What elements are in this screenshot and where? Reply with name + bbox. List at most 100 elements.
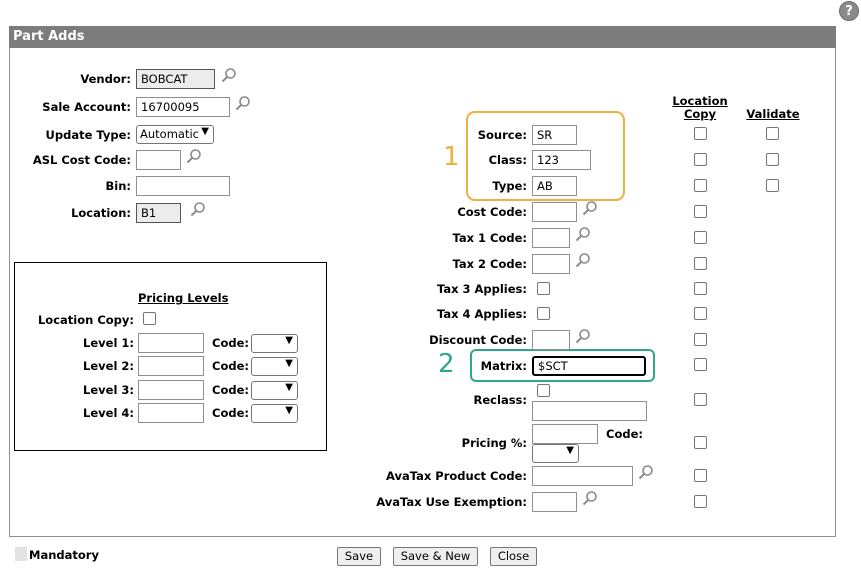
discount-code-input[interactable]: [532, 330, 570, 350]
save-and-new-button[interactable]: Save & New: [393, 547, 478, 566]
level-1-code-select[interactable]: ▼: [251, 334, 298, 353]
cost-code-input[interactable]: [532, 202, 577, 222]
location-copy-header: Location Copy: [668, 95, 732, 121]
asl-cost-code-input[interactable]: [136, 150, 181, 170]
tax4-applies-location-copy-checkbox[interactable]: [694, 307, 707, 320]
help-icon[interactable]: ?: [839, 1, 859, 21]
level-4-code-select[interactable]: ▼: [251, 404, 298, 423]
bin-input[interactable]: [136, 176, 230, 196]
type-validate-checkbox[interactable]: [766, 179, 779, 192]
vendor-label: Vendor:: [80, 72, 131, 86]
update-type-value: Automatic: [140, 127, 199, 141]
pricing-pct-code-select[interactable]: ▼: [532, 444, 579, 463]
validate-header: Validate: [746, 107, 800, 121]
source-input[interactable]: [532, 125, 577, 145]
mandatory-swatch: [15, 547, 27, 561]
reclass-location-copy-checkbox[interactable]: [694, 393, 707, 406]
avatax-use-exemption-label: AvaTax Use Exemption:: [376, 495, 527, 509]
type-location-copy-checkbox[interactable]: [694, 179, 707, 192]
level-3-code-select[interactable]: ▼: [251, 381, 298, 400]
chevron-down-icon: ▼: [285, 335, 293, 346]
class-validate-checkbox[interactable]: [766, 153, 779, 166]
location-label: Location:: [71, 206, 131, 220]
tax2-code-search-icon[interactable]: [575, 252, 591, 268]
panel-title: Part Adds: [9, 26, 836, 48]
level-1-input[interactable]: [138, 333, 204, 353]
avatax-product-code-search-icon[interactable]: [638, 464, 654, 480]
chevron-down-icon: ▼: [201, 126, 209, 137]
tax1-code-input[interactable]: [532, 228, 570, 248]
class-location-copy-checkbox[interactable]: [694, 153, 707, 166]
chevron-down-icon: ▼: [566, 445, 574, 456]
level-1-code-label: Code:: [212, 336, 249, 350]
mandatory-legend: Mandatory: [29, 548, 99, 562]
pricing-pct-code-label: Code:: [606, 427, 643, 441]
cost-code-location-copy-checkbox[interactable]: [694, 205, 707, 218]
pricing-pct-input[interactable]: [532, 424, 598, 444]
tax2-code-input[interactable]: [532, 254, 570, 274]
discount-code-search-icon[interactable]: [575, 328, 591, 344]
matrix-location-copy-checkbox[interactable]: [694, 358, 707, 371]
tax3-applies-label: Tax 3 Applies:: [436, 282, 527, 296]
avatax-use-exemption-location-copy-checkbox[interactable]: [694, 495, 707, 508]
pricing-levels-title: Pricing Levels: [138, 291, 229, 305]
discount-code-location-copy-checkbox[interactable]: [694, 333, 707, 346]
sale-account-label: Sale Account:: [42, 100, 131, 114]
level-3-input[interactable]: [138, 380, 204, 400]
tax1-code-label: Tax 1 Code:: [452, 231, 527, 245]
level-2-label: Level 2:: [83, 359, 134, 373]
tax3-applies-checkbox[interactable]: [537, 282, 550, 295]
asl-cost-code-search-icon[interactable]: [186, 148, 202, 164]
tax2-code-label: Tax 2 Code:: [452, 257, 527, 271]
cost-code-label: Cost Code:: [457, 205, 527, 219]
chevron-down-icon: ▼: [285, 405, 293, 416]
avatax-product-code-input[interactable]: [532, 466, 633, 486]
callout-number-1: 1: [443, 142, 460, 172]
callout-number-2: 2: [438, 349, 455, 379]
level-2-input[interactable]: [138, 356, 204, 376]
update-type-label: Update Type:: [45, 128, 131, 142]
close-button[interactable]: Close: [490, 547, 537, 566]
level-4-input[interactable]: [138, 403, 204, 423]
sale-account-input[interactable]: [136, 97, 230, 117]
matrix-input[interactable]: [532, 356, 646, 376]
class-label: Class:: [488, 153, 527, 167]
asl-cost-code-label: ASL Cost Code:: [32, 153, 131, 167]
tax1-code-location-copy-checkbox[interactable]: [694, 231, 707, 244]
vendor-search-icon[interactable]: [221, 67, 237, 83]
location-search-icon[interactable]: [190, 201, 206, 217]
level-2-code-select[interactable]: ▼: [251, 357, 298, 376]
tax1-code-search-icon[interactable]: [575, 226, 591, 242]
bin-label: Bin:: [105, 179, 132, 193]
source-label: Source:: [477, 128, 527, 142]
reclass-input[interactable]: [532, 401, 647, 421]
update-type-select[interactable]: Automatic ▼: [136, 125, 214, 144]
pricing-pct-label: Pricing %:: [461, 436, 527, 450]
level-4-code-label: Code:: [212, 406, 249, 420]
avatax-product-code-label: AvaTax Product Code:: [386, 469, 527, 483]
type-input[interactable]: [532, 176, 577, 196]
avatax-product-code-location-copy-checkbox[interactable]: [694, 469, 707, 482]
tax4-applies-checkbox[interactable]: [537, 307, 550, 320]
sale-account-search-icon[interactable]: [235, 95, 251, 111]
pricing-location-copy-label: Location Copy:: [37, 313, 134, 327]
reclass-checkbox[interactable]: [537, 384, 550, 397]
level-3-code-label: Code:: [212, 383, 249, 397]
level-2-code-label: Code:: [212, 359, 249, 373]
source-location-copy-checkbox[interactable]: [694, 127, 707, 140]
tax2-code-location-copy-checkbox[interactable]: [694, 257, 707, 270]
pricing-pct-location-copy-checkbox[interactable]: [694, 436, 707, 449]
vendor-input[interactable]: [136, 69, 215, 89]
class-input[interactable]: [532, 150, 591, 170]
cost-code-search-icon[interactable]: [582, 200, 598, 216]
tax3-applies-location-copy-checkbox[interactable]: [694, 282, 707, 295]
pricing-location-copy-checkbox[interactable]: [143, 312, 156, 325]
location-copy-header-line2: Copy: [683, 107, 717, 121]
save-button[interactable]: Save: [337, 547, 381, 566]
discount-code-label: Discount Code:: [429, 333, 527, 347]
avatax-use-exemption-input[interactable]: [532, 492, 577, 512]
reclass-label: Reclass:: [473, 393, 527, 407]
location-input[interactable]: [136, 203, 181, 223]
avatax-use-exemption-search-icon[interactable]: [582, 490, 598, 506]
source-validate-checkbox[interactable]: [766, 127, 779, 140]
